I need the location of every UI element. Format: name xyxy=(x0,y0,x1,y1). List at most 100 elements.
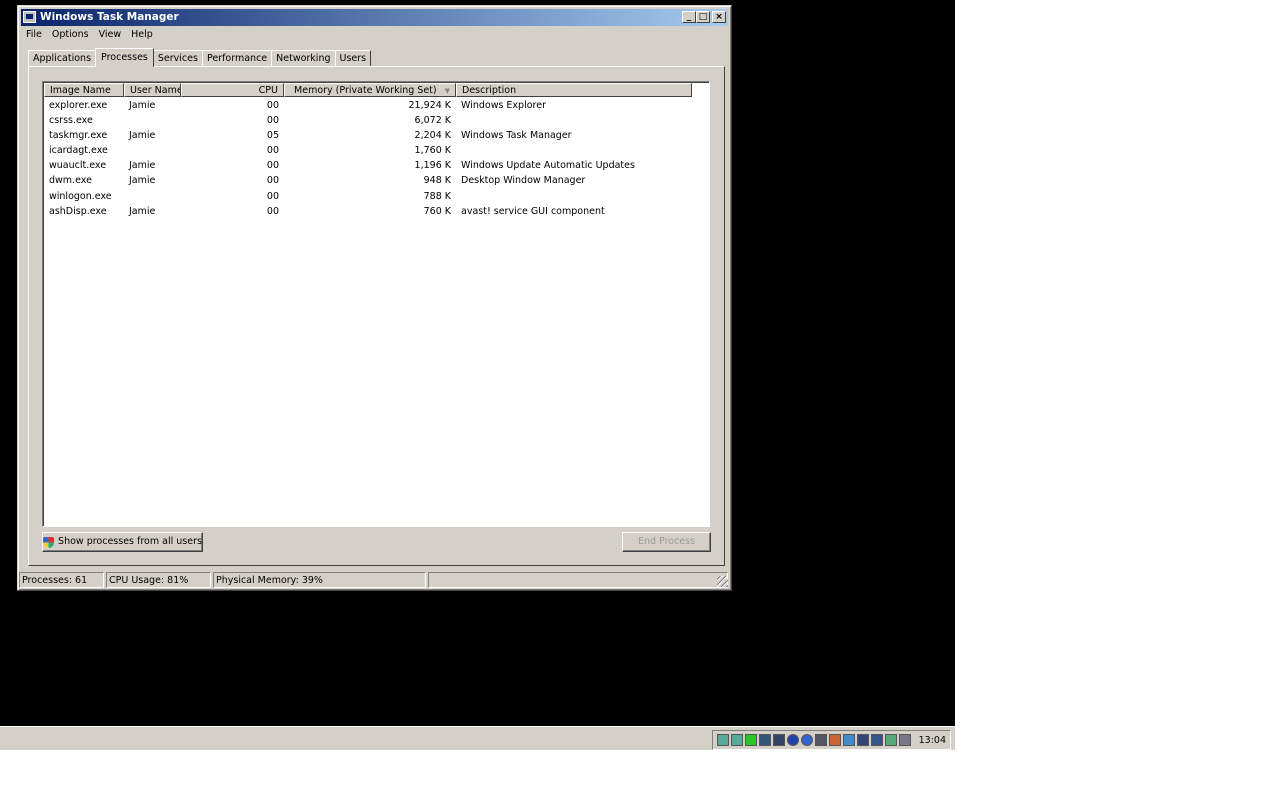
menu-view[interactable]: View xyxy=(94,27,127,43)
cell-mem: 948 K xyxy=(423,175,451,187)
column-user-name[interactable]: User Name xyxy=(124,83,181,97)
status-green-icon[interactable] xyxy=(744,734,757,746)
cell-image: explorer.exe xyxy=(49,100,108,111)
info-icon[interactable] xyxy=(800,734,813,746)
tab-performance[interactable]: Performance xyxy=(201,50,273,66)
cell-mem: 1,760 K xyxy=(414,145,451,157)
cell-image: dwm.exe xyxy=(49,175,92,187)
cell-user: Jamie xyxy=(129,175,156,187)
cell-mem: 6,072 K xyxy=(414,115,451,127)
cell-user xyxy=(124,113,181,128)
table-row[interactable]: csrss.exe 00 6,072 K xyxy=(44,113,708,128)
table-row[interactable]: wuauclt.exe Jamie 00 1,196 K Windows Update … xyxy=(44,158,708,173)
menu-help[interactable]: Help xyxy=(126,27,158,43)
menu-options[interactable]: Options xyxy=(47,27,94,43)
clock[interactable]: 13:04 xyxy=(919,735,946,746)
cell-desc xyxy=(456,189,694,204)
cell-cpu: 05 xyxy=(266,130,279,142)
resize-grip[interactable] xyxy=(717,576,728,587)
column-cpu[interactable]: CPU xyxy=(181,83,284,97)
status-bar: Processes: 61 CPU Usage: 81% Physical Me… xyxy=(19,572,730,589)
table-row[interactable]: dwm.exe Jamie 00 948 K Desktop Window Manage… xyxy=(44,173,708,188)
cell-desc: Windows Update Automatic Updates xyxy=(461,160,635,172)
cell-user: Jamie xyxy=(129,100,156,111)
show-all-users-label: Show processes from all users xyxy=(58,536,202,547)
uac-shield-icon xyxy=(43,536,55,548)
window-title: Windows Task Manager xyxy=(40,11,179,23)
minimize-button[interactable]: _ xyxy=(682,11,696,23)
network-icon[interactable] xyxy=(772,734,785,746)
end-process-button[interactable]: End Process xyxy=(622,532,711,552)
cell-desc: Desktop Window Manager xyxy=(461,175,586,187)
maximize-button[interactable]: □ xyxy=(696,11,710,23)
cell-mem: 2,204 K xyxy=(414,130,451,142)
tab-strip: Applications Processes Services Performa… xyxy=(28,48,372,67)
column-memory-label: Memory (Private Working Set) xyxy=(294,85,437,96)
sort-descending-icon: ▼ xyxy=(444,87,450,95)
column-description[interactable]: Description xyxy=(456,83,692,97)
cell-user: Jamie xyxy=(129,205,156,217)
title-bar[interactable]: Windows Task Manager _ □ × xyxy=(21,9,728,26)
menu-file[interactable]: File xyxy=(21,27,47,43)
monitor-icon[interactable] xyxy=(758,734,771,746)
cell-user: Jamie xyxy=(129,160,156,172)
cell-cpu: 00 xyxy=(266,175,279,187)
tab-processes[interactable]: Processes xyxy=(95,48,154,67)
cell-cpu: 00 xyxy=(266,100,279,111)
cell-mem: 21,924 K xyxy=(408,100,452,111)
column-memory[interactable]: Memory (Private Working Set) ▼ xyxy=(284,83,456,97)
status-cpu-usage: CPU Usage: 81% xyxy=(106,572,211,588)
cell-image: csrss.exe xyxy=(49,115,93,127)
taskbar: 13:04 xyxy=(0,726,955,750)
cell-cpu: 00 xyxy=(266,115,279,127)
tab-users[interactable]: Users xyxy=(334,50,372,66)
cell-mem: 1,196 K xyxy=(414,160,451,172)
cell-cpu: 00 xyxy=(266,160,279,172)
cell-image: taskmgr.exe xyxy=(49,130,108,142)
table-row[interactable]: ashDisp.exe Jamie 00 760 K avast! service GU… xyxy=(44,204,708,219)
printer-icon[interactable] xyxy=(870,734,883,746)
cell-user: Jamie xyxy=(129,130,156,142)
task-manager-icon xyxy=(23,11,36,23)
menu-bar: File Options View Help xyxy=(21,27,158,43)
column-image-name[interactable]: Image Name xyxy=(44,83,124,97)
table-row[interactable]: winlogon.exe 00 788 K xyxy=(44,189,708,204)
status-processes: Processes: 61 xyxy=(19,572,104,588)
show-all-users-button[interactable]: Show processes from all users xyxy=(42,532,203,552)
display-icon[interactable] xyxy=(814,734,827,746)
cell-mem: 788 K xyxy=(423,190,451,202)
network-icon[interactable] xyxy=(842,734,855,746)
process-list[interactable]: Image Name User Name CPU Memory (Private… xyxy=(42,81,710,527)
cell-image: icardagt.exe xyxy=(49,145,108,157)
cell-desc: Windows Task Manager xyxy=(461,130,572,142)
cell-user xyxy=(124,189,181,204)
info-icon[interactable] xyxy=(786,734,799,746)
app-icon[interactable] xyxy=(828,734,841,746)
cell-image: winlogon.exe xyxy=(49,190,112,202)
network-icon[interactable] xyxy=(730,734,743,746)
table-row[interactable]: taskmgr.exe Jamie 05 2,204 K Windows Task Ma… xyxy=(44,128,708,143)
tab-applications[interactable]: Applications xyxy=(28,50,97,66)
app-icon[interactable] xyxy=(856,734,869,746)
network-icon[interactable] xyxy=(884,734,897,746)
cell-image: ashDisp.exe xyxy=(49,205,107,217)
process-rows: explorer.exe Jamie 00 21,924 K Windows Explo… xyxy=(44,98,708,219)
cell-desc: avast! service GUI component xyxy=(461,205,605,217)
close-button[interactable]: × xyxy=(712,11,726,23)
cell-cpu: 00 xyxy=(266,145,279,157)
network-icon[interactable] xyxy=(716,734,729,746)
cell-image: wuauclt.exe xyxy=(49,160,107,172)
cell-cpu: 00 xyxy=(266,205,279,217)
table-row[interactable]: explorer.exe Jamie 00 21,924 K Windows Explo… xyxy=(44,98,708,113)
cell-desc xyxy=(456,143,694,158)
status-physical-memory: Physical Memory: 39% xyxy=(213,572,426,588)
volume-icon[interactable] xyxy=(898,734,911,746)
task-manager-window: Windows Task Manager _ □ × File Options … xyxy=(17,5,732,591)
column-header-row: Image Name User Name CPU Memory (Private… xyxy=(44,83,692,97)
cell-desc xyxy=(456,113,694,128)
system-tray: 13:04 xyxy=(711,730,951,750)
tab-networking[interactable]: Networking xyxy=(271,50,336,66)
tab-services[interactable]: Services xyxy=(152,50,203,66)
cell-mem: 760 K xyxy=(423,205,451,217)
table-row[interactable]: icardagt.exe 00 1,760 K xyxy=(44,143,708,158)
